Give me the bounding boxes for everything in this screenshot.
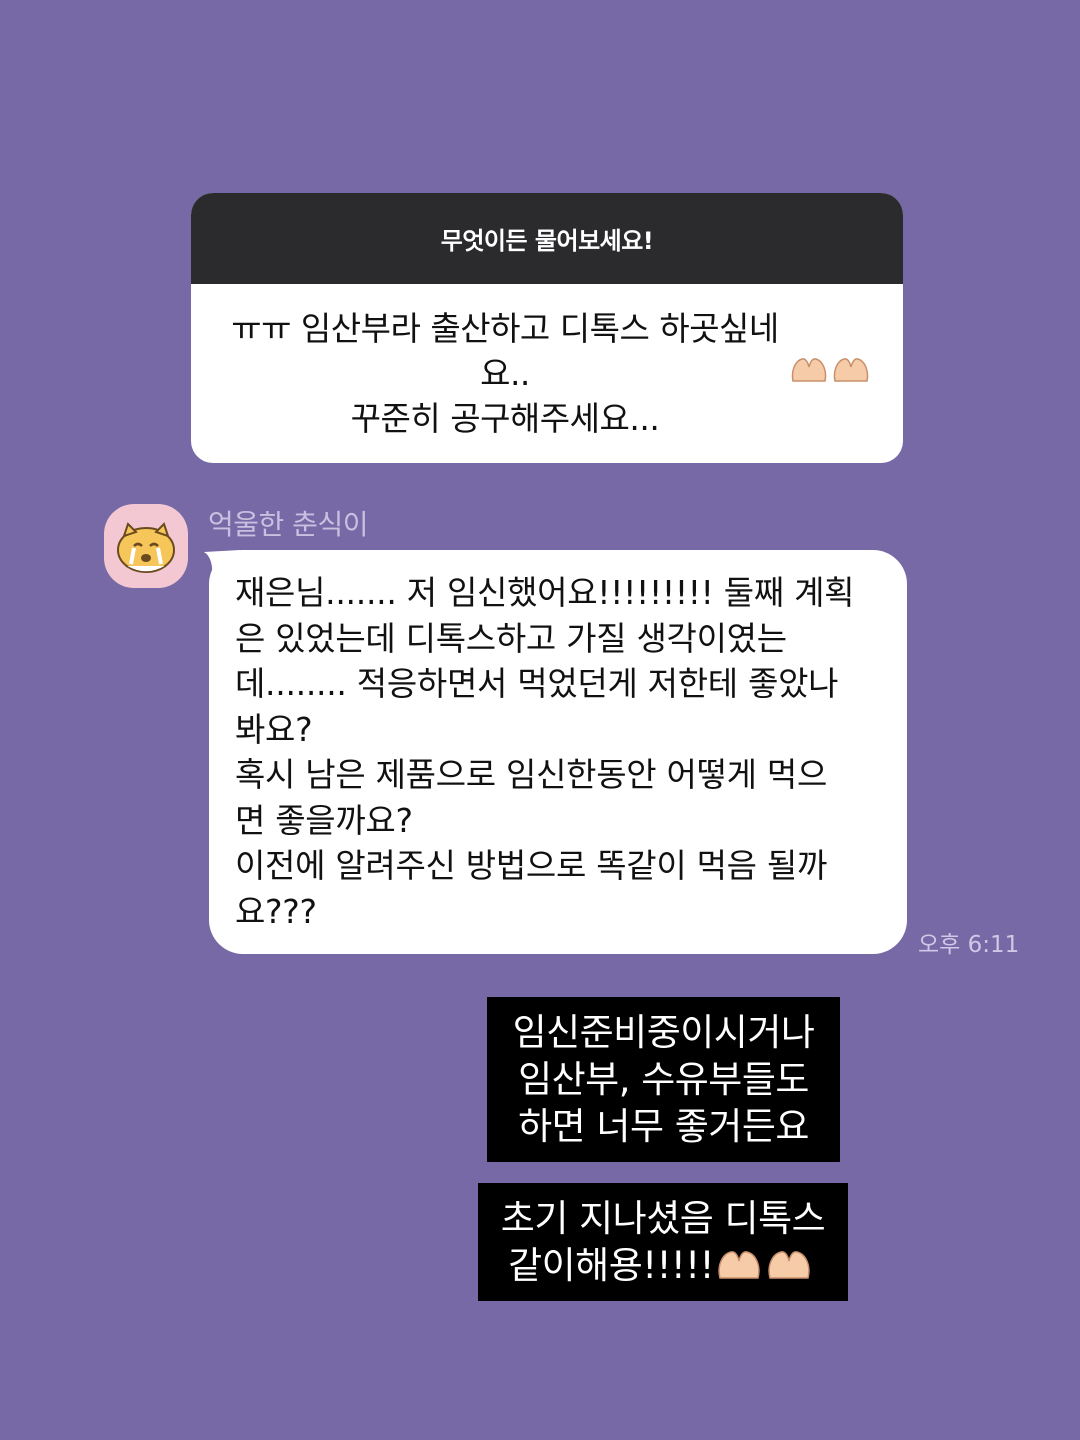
crying-cat-character-icon	[117, 522, 175, 573]
question-text: ㅠㅠ 임산부라 출산하고 디톡스 하곳싶네요.. 꾸준히 공구해주세요...	[231, 309, 779, 438]
caption-sticker-2: 초기 지나셨음 디톡스 같이해용!!!!!	[478, 1183, 848, 1301]
message-timestamp: 오후 6:11	[918, 932, 1020, 958]
heart-hands-icon	[714, 1242, 818, 1293]
heart-hands-icon	[789, 351, 873, 396]
chat-message-bubble[interactable]: 재은님....... 저 임신했어요!!!!!!!!! 둘째 계획 은 있었는데…	[209, 550, 907, 954]
question-box: 무엇이든 물어보세요! ㅠㅠ 임산부라 출산하고 디톡스 하곳싶네요.. 꾸준히…	[191, 193, 903, 463]
question-box-header: 무엇이든 물어보세요!	[191, 193, 903, 284]
avatar[interactable]	[104, 504, 188, 588]
question-box-body: ㅠㅠ 임산부라 출산하고 디톡스 하곳싶네요.. 꾸준히 공구해주세요...	[191, 284, 903, 463]
sender-name: 억울한 춘식이	[208, 508, 368, 541]
caption-sticker-1: 임신준비중이시거나 임산부, 수유부들도 하면 너무 좋거든요	[487, 997, 840, 1162]
